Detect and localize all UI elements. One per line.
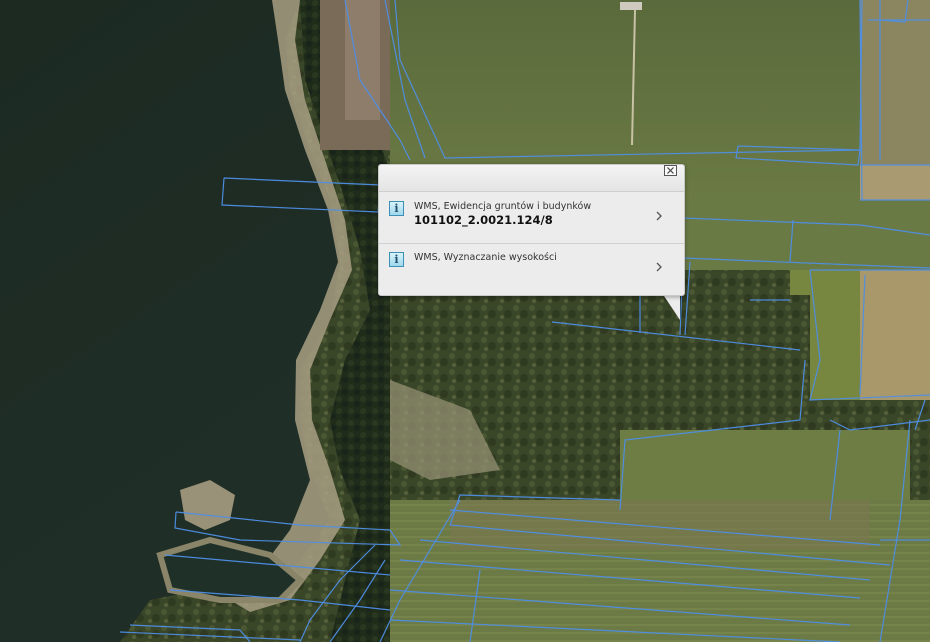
result-row-wysokosc[interactable]: i WMS, Wyznaczanie wysokości bbox=[379, 244, 684, 294]
map-view[interactable] bbox=[0, 0, 930, 642]
close-button[interactable] bbox=[664, 165, 677, 176]
close-icon bbox=[667, 167, 674, 174]
chevron-right-icon[interactable] bbox=[655, 211, 663, 221]
popup-header bbox=[379, 165, 684, 192]
result-source: WMS, Wyznaczanie wysokości bbox=[414, 252, 557, 263]
info-icon: i bbox=[389, 252, 404, 267]
result-source: WMS, Ewidencja gruntów i budynków bbox=[414, 201, 592, 212]
info-icon: i bbox=[389, 201, 404, 216]
result-row-ewidencja[interactable]: i WMS, Ewidencja gruntów i budynków 1011… bbox=[379, 193, 684, 244]
feature-info-popup: i WMS, Ewidencja gruntów i budynków 1011… bbox=[378, 164, 685, 296]
chevron-right-icon[interactable] bbox=[655, 262, 663, 272]
parcel-boundaries-layer bbox=[119, 0, 930, 642]
popup-pointer bbox=[662, 293, 680, 320]
result-value: 101102_2.0021.124/8 bbox=[414, 213, 553, 227]
